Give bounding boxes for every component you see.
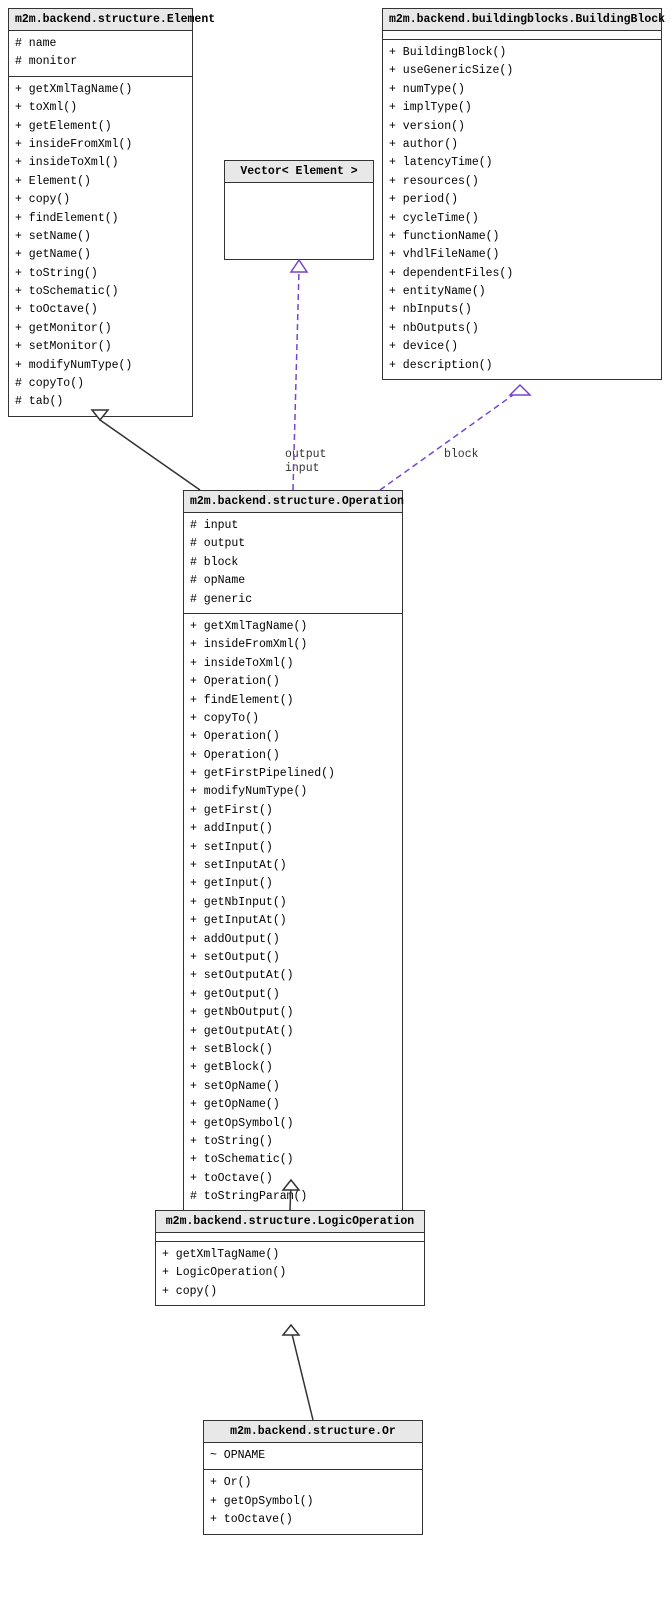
buildingblock-title: m2m.backend.buildingblocks.BuildingBlock xyxy=(383,9,661,31)
vector-section xyxy=(225,183,373,258)
or-section1: ~ OPNAME xyxy=(204,1443,422,1470)
or-title: m2m.backend.structure.Or xyxy=(204,1421,422,1443)
block-label: block xyxy=(444,448,479,461)
buildingblock-box: m2m.backend.buildingblocks.BuildingBlock… xyxy=(382,8,662,380)
logicoperation-title: m2m.backend.structure.LogicOperation xyxy=(156,1211,424,1233)
operation-title: m2m.backend.structure.Operation xyxy=(184,491,402,513)
logicoperation-section1 xyxy=(156,1233,424,1242)
buildingblock-section2: + BuildingBlock() + useGenericSize() + n… xyxy=(383,40,661,379)
input-label: input xyxy=(285,462,320,475)
diagram-container: m2m.backend.structure.Element # name # m… xyxy=(0,0,672,1624)
or-box: m2m.backend.structure.Or ~ OPNAME + Or()… xyxy=(203,1420,423,1535)
operation-section2: + getXmlTagName() + insideFromXml() + in… xyxy=(184,614,402,1211)
operation-box: m2m.backend.structure.Operation # input … xyxy=(183,490,403,1211)
element-box: m2m.backend.structure.Element # name # m… xyxy=(8,8,193,417)
element-field-monitor: # monitor xyxy=(15,53,186,71)
vector-title: Vector< Element > xyxy=(225,161,373,183)
element-field-name: # name xyxy=(15,35,186,53)
buildingblock-section1 xyxy=(383,31,661,40)
element-section2: + getXmlTagName() + toXml() + getElement… xyxy=(9,77,192,416)
logicoperation-box: m2m.backend.structure.LogicOperation + g… xyxy=(155,1210,425,1306)
output-label: output xyxy=(285,448,326,461)
logicoperation-section2: + getXmlTagName() + LogicOperation() + c… xyxy=(156,1242,424,1305)
operation-section1: # input # output # block # opName # gene… xyxy=(184,513,402,614)
or-section2: + Or() + getOpSymbol() + toOctave() xyxy=(204,1470,422,1533)
vector-box: Vector< Element > xyxy=(224,160,374,260)
element-title: m2m.backend.structure.Element xyxy=(9,9,192,31)
element-section1: # name # monitor xyxy=(9,31,192,77)
